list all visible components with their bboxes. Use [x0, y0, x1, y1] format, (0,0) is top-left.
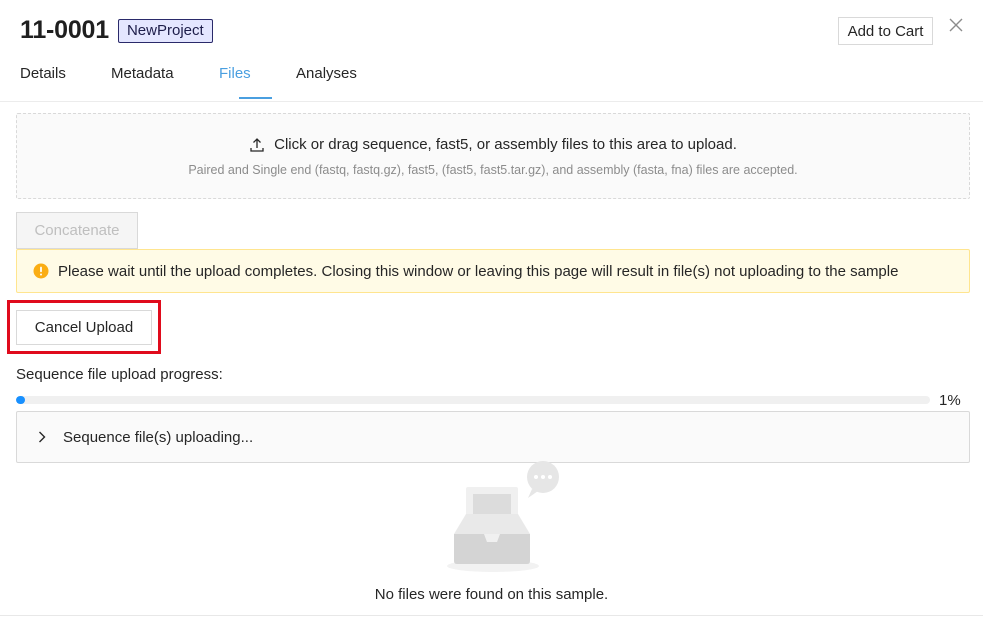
concatenate-button[interactable]: Concatenate [16, 212, 138, 249]
empty-state-text: No files were found on this sample. [374, 586, 609, 603]
warning-alert: Please wait until the upload completes. … [16, 249, 970, 293]
progress-percent: 1% [939, 392, 961, 409]
tab-bar: Details Metadata Files Analyses [20, 60, 983, 102]
page-title: 11-0001 [20, 16, 109, 44]
upload-icon [249, 137, 265, 153]
progress-label: Sequence file upload progress: [16, 366, 223, 383]
add-to-cart-button[interactable]: Add to Cart [838, 17, 933, 45]
tab-files[interactable]: Files [219, 65, 251, 82]
close-icon[interactable] [946, 15, 966, 35]
project-tag: NewProject [117, 18, 213, 43]
active-tab-indicator [239, 97, 272, 99]
page-header: 11-0001 NewProject [20, 16, 213, 45]
progress-bar [16, 396, 930, 404]
progress-fill [16, 396, 26, 404]
collapse-label: Sequence file(s) uploading... [63, 428, 254, 446]
tabs-divider [0, 101, 983, 102]
uploading-collapse-panel[interactable]: Sequence file(s) uploading... [16, 411, 970, 463]
upload-dropzone[interactable]: Click or drag sequence, fast5, or assemb… [16, 113, 970, 199]
dropzone-text: Click or drag sequence, fast5, or assemb… [274, 136, 737, 153]
dropzone-hint: Paired and Single end (fastq, fastq.gz),… [188, 163, 798, 177]
tab-analyses[interactable]: Analyses [296, 65, 357, 82]
bottom-divider [0, 615, 983, 616]
tab-metadata[interactable]: Metadata [111, 65, 174, 82]
empty-inbox-icon [436, 460, 566, 575]
chevron-right-icon [35, 430, 49, 444]
warning-icon [33, 263, 49, 279]
warning-text: Please wait until the upload completes. … [58, 262, 899, 280]
tab-details[interactable]: Details [20, 65, 66, 82]
cancel-upload-button[interactable]: Cancel Upload [16, 310, 152, 345]
